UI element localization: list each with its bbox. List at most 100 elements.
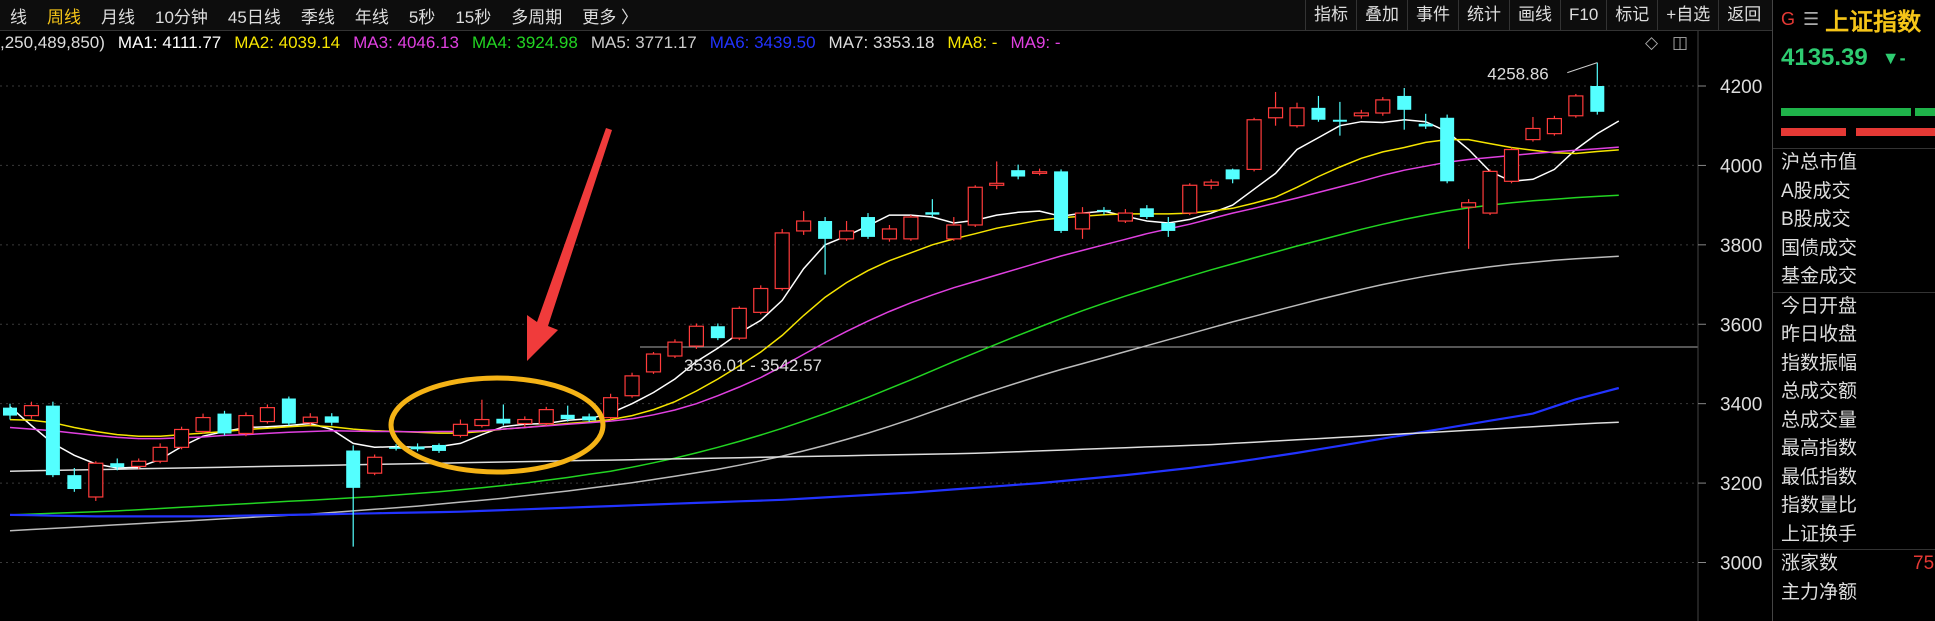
candle-body-up <box>195 416 211 433</box>
candle-body-down <box>1139 208 1154 218</box>
ma-legend-item: MA8: - <box>947 33 998 52</box>
green-bar-2 <box>1915 108 1935 116</box>
candle-body-up <box>774 232 790 290</box>
period-tab[interactable]: 45日线 <box>218 3 291 28</box>
candle-body-down <box>110 463 125 468</box>
ma-legend-item: MA9: - <box>1010 33 1061 52</box>
index-info-panel: G ☰ 上证指数 4135.39 ▼ - 沪总市值 A股成交 B股成交 国债成交 基金成… <box>1772 0 1935 621</box>
candle[interactable] <box>1440 114 1455 184</box>
candle-body-down <box>1418 123 1433 127</box>
candle[interactable] <box>88 461 104 501</box>
diamond-icon[interactable]: ◇ <box>1645 33 1658 53</box>
candle-body-down <box>346 450 361 488</box>
period-tab[interactable]: 5秒 <box>399 3 445 28</box>
stat-label: B股成交 <box>1781 209 1851 230</box>
candle[interactable] <box>45 401 60 478</box>
candle[interactable] <box>645 352 662 374</box>
candle[interactable] <box>688 323 705 349</box>
period-tab[interactable]: 多周期 <box>501 3 572 28</box>
kline-chart[interactable]: 3000 3200 3400 3600 3800 4000 4200 4258.86 3536… <box>0 0 1772 621</box>
candle-body-up <box>1353 112 1369 117</box>
period-tab[interactable]: 周线 <box>37 3 91 28</box>
candle[interactable] <box>238 412 254 437</box>
period-tab[interactable]: 季线 <box>291 3 345 28</box>
period-tab[interactable]: 线 <box>0 3 37 28</box>
high-label: 4258.86 <box>1487 65 1548 84</box>
period-tab[interactable]: 年线 <box>345 3 399 28</box>
stat-label: 上证换手 <box>1781 523 1858 545</box>
candle[interactable] <box>174 426 190 450</box>
candle[interactable] <box>731 306 747 341</box>
candle-body-up <box>152 446 168 462</box>
candle-body-down <box>432 444 446 451</box>
period-tab[interactable]: 10分钟 <box>145 3 218 28</box>
tool-button[interactable]: 指标 <box>1305 0 1356 30</box>
candle-body-down <box>1590 86 1605 112</box>
candle[interactable] <box>217 410 232 436</box>
rise-count-value: 75 <box>1913 553 1935 574</box>
candle[interactable] <box>1054 169 1069 233</box>
chart-background <box>0 0 1772 621</box>
period-tab[interactable]: 月线 <box>91 3 145 28</box>
candle[interactable] <box>1503 147 1520 184</box>
range-label: 3536.01 - 3542.57 <box>684 356 822 375</box>
candle[interactable] <box>1568 93 1584 118</box>
candle[interactable] <box>903 215 919 241</box>
candle[interactable] <box>1546 115 1563 136</box>
index-stat-list: 沪总市值 A股成交 B股成交 国债成交 基金成交 今日开盘 昨日收盘 指数振幅 总成交额 总成交量… <box>1773 148 1935 607</box>
period-toolbar: 线周线 月线 10分钟 45日线 季线 年线 5秒 15秒 多周期 更多 〉 指标 叠加 事件 统计 画线… <box>0 0 1935 31</box>
g-icon[interactable]: G <box>1781 9 1795 30</box>
period-tab[interactable]: 更多 〉 <box>572 3 648 28</box>
candle[interactable] <box>1182 183 1198 216</box>
candle[interactable] <box>259 404 275 424</box>
candle[interactable] <box>1246 117 1262 172</box>
stat-label: 昨日收盘 <box>1781 324 1858 345</box>
candle-body-up <box>989 182 1005 186</box>
tool-button[interactable]: F10 <box>1560 0 1606 30</box>
stat-label: 涨家数 75 <box>1773 549 1935 579</box>
period-tab[interactable]: 15秒 <box>445 3 501 28</box>
tool-button[interactable]: +自选 <box>1657 0 1718 30</box>
tool-button[interactable]: 返回 <box>1718 0 1769 30</box>
index-name: 上证指数 <box>1825 8 1922 36</box>
candle-body-up <box>1568 95 1584 117</box>
candle[interactable] <box>753 285 769 315</box>
candle-body-up <box>688 325 705 347</box>
panel-toggle-icon[interactable]: ◫ <box>1672 33 1688 53</box>
candle[interactable] <box>667 339 683 359</box>
candle-body-up <box>753 287 769 313</box>
stat-label: 今日开盘 <box>1773 291 1935 322</box>
candle-body-down <box>1225 169 1240 180</box>
ma-legend-item: MA5: 3771.17 <box>590 33 697 52</box>
menu-icon[interactable]: ☰ <box>1803 9 1819 30</box>
candle-body-down <box>1332 119 1347 122</box>
candle-body-down <box>410 446 425 450</box>
candle[interactable] <box>967 185 983 227</box>
y-tick-label: 4000 <box>1720 156 1762 177</box>
candle-body-up <box>23 405 40 417</box>
candle-body-up <box>1375 99 1391 114</box>
candle[interactable] <box>281 396 296 426</box>
candle[interactable] <box>1482 169 1498 216</box>
candle[interactable] <box>538 406 554 426</box>
candle-body-down <box>1161 222 1176 231</box>
candle[interactable] <box>624 372 640 398</box>
candle-body-down <box>67 475 82 490</box>
tool-button[interactable]: 事件 <box>1407 0 1458 30</box>
volume-readout: ,250,489,850) <box>0 33 105 52</box>
ma-legend: ,250,489,850) MA1: 4111.77 MA2: 4039.14 MA… <box>0 30 1700 56</box>
candle[interactable] <box>602 393 619 420</box>
candle-body-up <box>302 416 318 424</box>
tool-button[interactable]: 叠加 <box>1356 0 1407 30</box>
tool-button[interactable]: 统计 <box>1458 0 1509 30</box>
stat-label: 基金成交 <box>1781 266 1858 287</box>
candle[interactable] <box>774 228 790 291</box>
candle-body-down <box>45 405 60 476</box>
candle-body-up <box>1031 171 1048 174</box>
candle[interactable] <box>1375 97 1391 116</box>
tool-button[interactable]: 画线 <box>1509 0 1560 30</box>
candle-body-up <box>602 397 619 419</box>
candle-body-down <box>496 418 511 424</box>
tool-button[interactable]: 标记 <box>1606 0 1657 30</box>
candle[interactable] <box>367 454 383 476</box>
